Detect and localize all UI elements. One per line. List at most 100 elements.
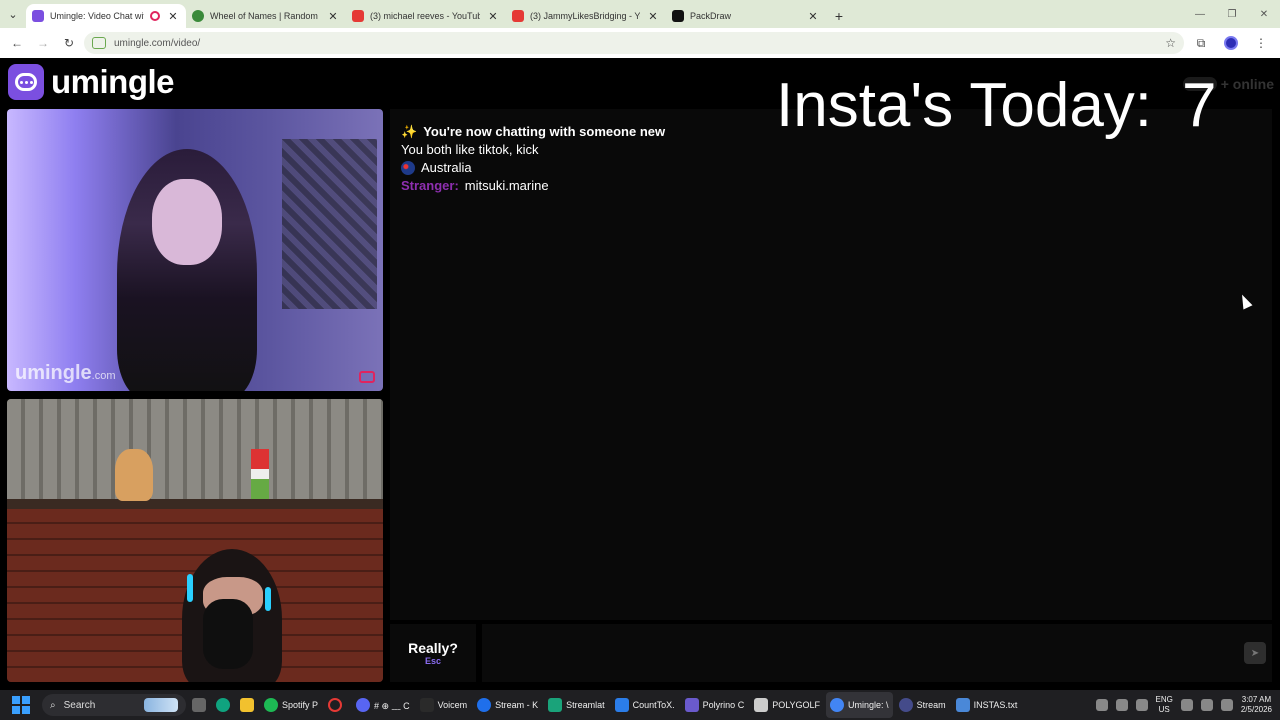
logo-text: umingle: [51, 63, 175, 100]
taskbar-item-edge-stream[interactable]: Stream - K: [473, 692, 542, 718]
umingle-favicon-icon: [32, 10, 44, 22]
bookmark-star-icon[interactable]: ☆: [1165, 36, 1176, 50]
edge-icon: [477, 698, 492, 712]
headset-light-right: [265, 587, 271, 611]
streamlabs-icon: [548, 698, 563, 712]
wifi-icon[interactable]: [1180, 699, 1193, 711]
reload-icon[interactable]: ↻: [58, 32, 80, 54]
sparkles-icon: ✨: [401, 124, 418, 139]
taskbar-item-spotify[interactable]: Spotify P: [260, 692, 322, 718]
discord-tray-icon[interactable]: [1095, 699, 1108, 711]
message-input[interactable]: [482, 624, 1272, 682]
clock[interactable]: 3:07 AM 2/5/2026: [1241, 695, 1272, 715]
language-indicator[interactable]: ENG US: [1156, 695, 1173, 715]
report-flag-icon[interactable]: [359, 371, 375, 383]
browser-menu-icon[interactable]: ⋮: [1248, 32, 1274, 54]
camera-permission-icon[interactable]: [92, 37, 106, 49]
system-tray: ENG US 3:07 AM 2/5/2026: [1095, 690, 1272, 720]
tab-wheel-of-names[interactable]: Wheel of Names | Random nam ✕: [186, 4, 346, 28]
browser-tab-strip: ⌄ Umingle: Video Chat with S ✕ Wheel of …: [0, 0, 1280, 28]
stranger-video: umingle.com: [7, 109, 383, 391]
stranger-label: Stranger:: [401, 178, 459, 193]
taskbar-item-notepad[interactable]: INSTAS.txt: [952, 692, 1022, 718]
chat-controls: Really? Esc ➤: [390, 624, 1272, 682]
chat-panel: ✨ You're now chatting with someone new Y…: [390, 109, 1272, 620]
profile-avatar[interactable]: [1218, 32, 1244, 54]
headset-light-left: [187, 574, 193, 602]
wheel-favicon-icon: [192, 10, 204, 22]
stranger-country: Australia: [401, 159, 665, 177]
pen-icon: [684, 698, 699, 712]
taskbar-item-polygolf[interactable]: POLYGOLF: [750, 692, 824, 718]
system-message-text: You're now chatting with someone new: [423, 124, 666, 139]
extensions-icon[interactable]: ⧉: [1188, 32, 1214, 54]
stranger-message: Stranger: mitsuki.marine: [401, 177, 665, 195]
polygolf-icon: [754, 698, 769, 712]
tab-close-icon[interactable]: ✕: [166, 10, 180, 23]
taskbar-search[interactable]: ⌕ Search: [42, 694, 186, 716]
tab-close-icon[interactable]: ✕: [646, 10, 660, 23]
window-blinds: [7, 399, 383, 499]
online-text: + online: [1220, 76, 1274, 92]
new-tab-button[interactable]: +: [826, 4, 852, 28]
battery-icon[interactable]: [1220, 699, 1233, 711]
taskbar-item-stream[interactable]: Stream: [895, 692, 950, 718]
taskbar-item-voicemod[interactable]: Voicem: [416, 692, 472, 718]
skip-button[interactable]: Really? Esc: [390, 624, 476, 682]
url-text: umingle.com/video/: [114, 37, 201, 49]
taskbar-item-opera[interactable]: [324, 692, 350, 718]
tab-youtube-jammy[interactable]: (3) JammyLikesBridging - YouTu ✕: [506, 4, 666, 28]
sync-tray-icon[interactable]: [1115, 699, 1128, 711]
country-text: Australia: [421, 160, 472, 175]
microphone: [203, 599, 253, 669]
system-message: ✨ You're now chatting with someone new: [401, 123, 665, 141]
forward-arrow-icon[interactable]: →: [32, 32, 54, 54]
tab-umingle[interactable]: Umingle: Video Chat with S ✕: [26, 4, 186, 28]
back-arrow-icon[interactable]: ←: [6, 32, 28, 54]
tab-close-icon[interactable]: ✕: [326, 10, 340, 23]
search-highlight-icon: [144, 698, 178, 712]
volume-icon[interactable]: [1200, 699, 1213, 711]
insta-counter-overlay: Insta's Today: 7: [776, 70, 1217, 141]
windows-start-icon[interactable]: [12, 696, 30, 714]
search-label: Search: [63, 699, 96, 711]
minimize-icon[interactable]: —: [1184, 0, 1216, 28]
taskbar-item-discord[interactable]: # ⊕ ﹏ C: [352, 692, 414, 718]
close-window-icon[interactable]: ✕: [1248, 0, 1280, 28]
opera-icon: [328, 698, 343, 712]
tab-youtube-michael-reeves[interactable]: (3) michael reeves - YouTube ✕: [346, 4, 506, 28]
send-icon[interactable]: ➤: [1244, 642, 1266, 664]
gnome-figure: [251, 449, 269, 499]
chrome-icon: [830, 698, 845, 712]
taskbar-item-chrome[interactable]: Umingle: \: [826, 692, 893, 718]
address-bar[interactable]: umingle.com/video/ ☆: [84, 32, 1184, 54]
taskbar-item-streamlabs[interactable]: Streamlat: [544, 692, 609, 718]
recording-icon: [150, 11, 160, 21]
packdraw-favicon-icon: [672, 10, 684, 22]
chat-bubble-icon: [8, 64, 44, 100]
microphone-tray-icon[interactable]: [1135, 699, 1148, 711]
chat-log: ✨ You're now chatting with someone new Y…: [401, 123, 665, 195]
chatgpt-icon[interactable]: [212, 692, 234, 718]
tab-title: (3) JammyLikesBridging - YouTu: [530, 11, 640, 21]
taskview-icon[interactable]: [188, 692, 210, 718]
file-explorer-icon[interactable]: [236, 692, 258, 718]
umingle-watermark: umingle.com: [15, 362, 116, 384]
window-controls: — ❐ ✕: [1184, 0, 1280, 28]
taskbar-item-vscode[interactable]: CountToX.: [611, 692, 679, 718]
tab-packdraw[interactable]: PackDraw ✕: [666, 4, 826, 28]
skip-button-label: Really?: [408, 640, 458, 656]
tab-close-icon[interactable]: ✕: [806, 10, 820, 23]
common-interests: You both like tiktok, kick: [401, 141, 665, 159]
taskbar-item-polyrino[interactable]: Polyrino C: [681, 692, 749, 718]
umingle-logo[interactable]: umingle: [8, 63, 175, 101]
discord-icon: [356, 698, 371, 712]
self-video: [7, 399, 383, 682]
youtube-favicon-icon: [512, 10, 524, 22]
photo-wall: [282, 139, 377, 309]
maximize-icon[interactable]: ❐: [1216, 0, 1248, 28]
search-icon: ⌕: [50, 699, 56, 711]
youtube-favicon-icon: [352, 10, 364, 22]
tab-search-icon[interactable]: ⌄: [0, 0, 26, 28]
tab-close-icon[interactable]: ✕: [486, 10, 500, 23]
